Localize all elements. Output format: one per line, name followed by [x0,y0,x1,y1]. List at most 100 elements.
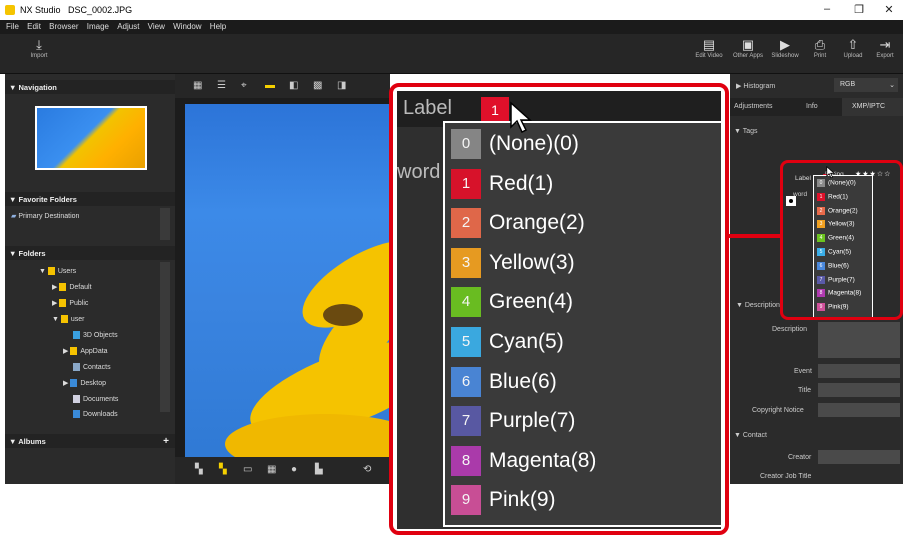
label-color-swatch: 7 [451,406,481,437]
menu-adjust[interactable]: Adjust [117,22,139,31]
split-view-icon[interactable]: ◨ [337,80,346,91]
small-label-option-0[interactable]: 0 (None)(0) [817,179,856,190]
copyright-label: Copyright Notice [752,407,804,414]
description-label: Description [772,326,808,333]
small-label-option-8[interactable]: 8 Magenta(8) [817,289,861,300]
label-option-1[interactable]: 1 Red(1) [451,167,671,203]
edit-video-button[interactable]: ▤ Edit Video [694,37,724,59]
viewer-toolbar: ▦ ☰ ⌖ ▬ ◧ ▩ ◨ [175,74,390,98]
label-option-3[interactable]: 3 Yellow(3) [451,246,671,282]
small-label-option-9[interactable]: 9 Pink(9) [817,303,849,314]
navigation-thumbnail[interactable] [35,106,147,170]
import-button[interactable]: ⤓ Import [24,37,54,59]
small-label-text: (None)(0) [828,179,856,187]
import-icon: ⤓ [36,37,42,52]
print-button[interactable]: ⎙ Print [805,37,835,59]
zoom-label-badge[interactable]: 1 [481,97,509,123]
stack-icon[interactable]: ▚ [219,464,227,475]
rotate-icon[interactable]: ⟲ [363,464,371,475]
label-option-2[interactable]: 2 Orange(2) [451,206,671,242]
channel-select[interactable]: RGB ⌄ [834,78,898,92]
map-view-icon[interactable]: ⌖ [241,80,247,91]
export-icon: ⇥ [879,37,891,52]
label-label: Label [795,175,811,182]
small-label-option-7[interactable]: 7 Purple(7) [817,275,855,287]
folder-users[interactable]: ▼ Users [39,267,76,275]
small-label-swatch: 5 [817,248,825,256]
folders-scrollbar[interactable] [160,262,170,412]
folder-downloads[interactable]: Downloads [73,410,118,418]
description-header[interactable]: ▼ Description [736,302,780,309]
title-field[interactable] [818,383,900,397]
small-label-swatch: 3 [817,220,825,229]
tab-info[interactable]: Info [806,103,818,110]
contact-header[interactable]: ▼ Contact [734,432,767,439]
label-option-5[interactable]: 5 Cyan(5) [451,325,671,361]
menu-edit[interactable]: Edit [27,22,41,31]
tags-header[interactable]: ▼ Tags [734,128,758,135]
other-apps-button[interactable]: ▣ Other Apps [730,37,766,59]
main-photo[interactable] [185,104,451,474]
list-view-icon[interactable]: ☰ [217,80,226,91]
frame-icon[interactable]: ▭ [243,464,252,475]
grid-overlay-icon[interactable]: ▦ [267,464,276,475]
zoom-keyword-partial: word [397,161,441,183]
folder-appdata[interactable]: ▶ AppData [63,347,108,356]
creator-label: Creator [788,454,812,461]
tab-adjustments[interactable]: Adjustments [734,103,773,110]
menu-window[interactable]: Window [173,22,201,31]
folder-3d-objects[interactable]: 3D Objects [73,331,118,339]
add-album-button[interactable]: + [163,436,169,447]
menu-view[interactable]: View [148,22,165,31]
upload-icon: ⇧ [847,37,859,52]
histogram-header[interactable]: ▶ Histogram [736,82,775,90]
small-label-swatch: 8 [817,289,825,298]
event-field[interactable] [818,364,900,378]
tab-xmp-iptc[interactable]: XMP/IPTC [842,98,903,116]
favorite-folders-header[interactable]: ▼ Favorite Folders [5,192,175,206]
menu-browser[interactable]: Browser [49,22,78,31]
folder-default[interactable]: ▶ Default [52,283,92,292]
small-label-option-1[interactable]: 1 Red(1) [817,192,848,204]
small-label-option-5[interactable]: 5 Cyan(5) [817,248,851,259]
small-label-option-4[interactable]: 4 Green(4) [817,234,854,245]
single-view-icon[interactable]: ▬ [265,80,275,91]
flag-icon[interactable]: ▚ [195,464,203,475]
minimize-button[interactable]: – [820,3,834,15]
label-option-8[interactable]: 8 Magenta(8) [451,444,671,480]
label-option-7[interactable]: 7 Purple(7) [451,404,671,440]
compare-view-icon[interactable]: ◧ [289,80,298,91]
description-field[interactable] [818,322,900,358]
upload-button[interactable]: ⇧ Upload [838,37,868,59]
label-option-9[interactable]: 9 Pink(9) [451,483,671,519]
navigation-header[interactable]: ▼ Navigation [5,80,175,94]
histogram-icon[interactable]: ▙ [315,464,323,475]
menu-help[interactable]: Help [210,22,226,31]
albums-header[interactable]: ▼ Albums + [5,434,175,448]
filmstrip-view-icon[interactable]: ▩ [313,80,322,91]
folders-header[interactable]: ▼ Folders [5,246,175,260]
folder-public[interactable]: ▶ Public [52,299,88,308]
small-label-option-2[interactable]: 2 Orange(2) [817,206,858,218]
label-option-6[interactable]: 6 Blue(6) [451,365,671,401]
folder-documents[interactable]: Documents [73,395,118,403]
small-label-option-6[interactable]: 6 Blue(6) [817,261,849,273]
info-icon[interactable]: ● [291,464,297,475]
menu-image[interactable]: Image [87,22,109,31]
favorites-scrollbar[interactable] [160,208,170,240]
creator-field[interactable] [818,450,900,464]
menu-file[interactable]: File [6,22,19,31]
folder-user[interactable]: ▼ user [52,315,85,323]
label-option-0[interactable]: 0 (None)(0) [451,127,671,163]
export-button[interactable]: ⇥ Export [870,37,900,59]
maximize-button[interactable]: ❐ [852,3,866,16]
close-button[interactable]: ✕ [882,3,896,16]
slideshow-button[interactable]: ▶ Slideshow [770,37,800,59]
grid-view-icon[interactable]: ▦ [193,80,202,91]
small-label-option-3[interactable]: 3 Yellow(3) [817,220,855,231]
copyright-field[interactable] [818,403,900,417]
folder-desktop[interactable]: ▶ Desktop [63,379,106,388]
favorite-primary-destination[interactable]: ▰ Primary Destination [11,212,79,220]
label-option-4[interactable]: 4 Green(4) [451,285,671,321]
folder-contacts[interactable]: Contacts [73,363,111,371]
